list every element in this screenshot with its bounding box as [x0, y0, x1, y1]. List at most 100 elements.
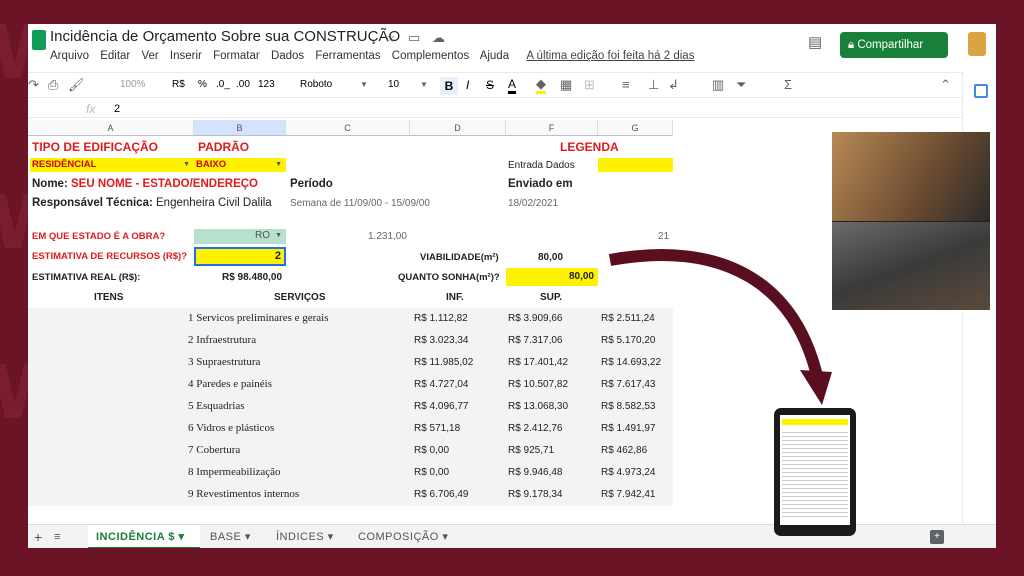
formula-input[interactable]: 2 [114, 103, 120, 115]
bold-button[interactable]: B [440, 77, 458, 95]
star-icon[interactable]: ☆ [384, 31, 396, 45]
currency-button[interactable]: R$ [172, 79, 185, 90]
account-avatar[interactable] [968, 32, 986, 56]
estado-dropdown[interactable]: RO ▼ [194, 229, 286, 244]
valign-icon[interactable]: ⊥ [648, 78, 659, 92]
recursos-label[interactable]: ESTIMATIVA DE RECURSOS (R$)? [32, 250, 187, 264]
menu-complementos[interactable]: Complementos [392, 50, 469, 62]
table-row[interactable]: 2 Infraestrutura R$ 3.023,34 R$ 7.317,06… [28, 330, 673, 352]
tab-composicao[interactable]: COMPOSIÇÃO ▾ [358, 525, 448, 548]
header-servicos[interactable]: SERVIÇOS [274, 291, 326, 305]
font-size-select[interactable]: 10 [388, 79, 399, 90]
viabilidade-value[interactable]: 80,00 [538, 251, 563, 265]
table-row[interactable]: 5 Esquadrias R$ 4.096,77 R$ 13.068,30 R$… [28, 396, 673, 418]
estado-value: RO [255, 230, 270, 241]
table-row[interactable]: 3 Supraestrutura R$ 11.985,02 R$ 17.401,… [28, 352, 673, 374]
move-folder-icon[interactable]: ▭ [408, 31, 420, 45]
menu-ajuda[interactable]: Ajuda [480, 50, 509, 62]
table-row[interactable]: 8 Impermeabilização R$ 0,00 R$ 9.946,48 … [28, 462, 673, 484]
padrao-dropdown[interactable]: BAIXO ▼ [194, 158, 286, 172]
nome-label[interactable]: Nome: SEU NOME - ESTADO/ENDEREÇO [32, 177, 258, 191]
tipo-label[interactable]: TIPO DE EDIFICAÇÃO [32, 140, 158, 154]
text-color-button[interactable]: A [508, 77, 517, 94]
header-itens[interactable]: ITENS [94, 291, 123, 305]
menu-formatar[interactable]: Formatar [213, 50, 260, 62]
print-icon[interactable]: ⎙ [48, 78, 58, 92]
column-header-a[interactable]: A [28, 120, 194, 136]
column-header-f[interactable]: F [506, 120, 598, 136]
table-row[interactable]: 9 Revestimentos internos R$ 6.706,49 R$ … [28, 484, 673, 506]
tab-indices[interactable]: ÍNDICES ▾ [276, 525, 334, 548]
menu-editar[interactable]: Editar [100, 50, 130, 62]
all-sheets-icon[interactable]: ≡ [54, 525, 61, 548]
row-inf: R$ 3.023,34 [414, 335, 469, 346]
collapse-icon[interactable]: ⌃ [940, 78, 951, 92]
redo-icon[interactable]: ↷ [28, 78, 39, 92]
comments-icon[interactable]: ▤ [808, 35, 822, 50]
sonha-label[interactable]: QUANTO SONHA(m²)? [398, 271, 500, 285]
menu-ver[interactable]: Ver [141, 50, 158, 62]
add-sheet-button[interactable]: + [34, 525, 43, 548]
last-edit-link[interactable]: A última edição foi feita há 2 dias [526, 50, 694, 62]
menu-ferramentas[interactable]: Ferramentas [315, 50, 380, 62]
tab-incidencia[interactable]: INCIDÊNCIA $ ▾ [88, 525, 200, 548]
tab-base[interactable]: BASE ▾ [210, 525, 251, 548]
sheets-logo[interactable] [32, 30, 46, 50]
menu-dados[interactable]: Dados [271, 50, 304, 62]
table-row[interactable]: 6 Vidros e plásticos R$ 571,18 R$ 2.412,… [28, 418, 673, 440]
column-header-g[interactable]: G [598, 120, 673, 136]
estimativa-real-value[interactable]: R$ 98.480,00 [222, 271, 282, 285]
column-header-b[interactable]: B [194, 120, 286, 136]
participant-video-2 [832, 222, 990, 310]
column-header-c[interactable]: C [286, 120, 410, 136]
legenda-label[interactable]: LEGENDA [560, 140, 619, 154]
merge-icon[interactable]: ⊞ [584, 78, 595, 92]
periodo-value[interactable]: Semana de 11/09/00 - 15/09/00 [290, 197, 430, 211]
table-row[interactable]: 4 Paredes e painéis R$ 4.727,04 R$ 10.50… [28, 374, 673, 396]
wrap-icon[interactable]: ↲ [668, 78, 679, 92]
estado-number[interactable]: 1.231,00 [368, 230, 407, 244]
enviado-label[interactable]: Enviado em [508, 177, 573, 191]
entrada-dados-swatch[interactable] [598, 158, 673, 172]
fill-color-icon[interactable]: ◆ [536, 77, 546, 94]
viabilidade-label[interactable]: VIABILIDADE(m²) [420, 251, 499, 265]
insert-chart-icon[interactable]: ▥ [712, 78, 724, 92]
header-sup[interactable]: SUP. [540, 291, 562, 305]
cloud-icon[interactable]: ☁ [432, 31, 445, 45]
functions-icon[interactable]: Σ [784, 78, 792, 92]
menu-inserir[interactable]: Inserir [170, 50, 202, 62]
format-select[interactable]: 123 [258, 79, 275, 90]
zoom-select[interactable]: 100% [120, 79, 146, 90]
sonha-input[interactable]: 80,00 [506, 268, 598, 286]
tab-label: COMPOSIÇÃO [358, 531, 439, 543]
decimal-less-button[interactable]: .0_ [216, 79, 230, 90]
calendar-icon[interactable] [974, 84, 988, 98]
italic-button[interactable]: I [466, 78, 469, 92]
table-row[interactable]: 7 Cobertura R$ 0,00 R$ 925,71 R$ 462,86 [28, 440, 673, 462]
percent-button[interactable]: % [198, 79, 207, 90]
share-button[interactable]: 🔒︎ Compartilhar [840, 32, 948, 58]
align-icon[interactable]: ≡ [622, 78, 630, 92]
estimativa-real-label[interactable]: ESTIMATIVA REAL (R$): [32, 271, 140, 285]
recursos-input[interactable]: 2 [194, 247, 286, 266]
share-label: Compartilhar [857, 39, 924, 51]
borders-icon[interactable]: ▦ [560, 78, 572, 92]
doc-title[interactable]: Incidência de Orçamento Sobre sua CONSTR… [50, 28, 400, 45]
padrao-label[interactable]: PADRÃO [198, 140, 249, 154]
tipo-dropdown[interactable]: RESIDÊNCIAL ▼ [30, 158, 194, 172]
responsavel-label[interactable]: Responsável Técnica: Engenheira Civil Da… [32, 196, 272, 210]
column-header-d[interactable]: D [410, 120, 506, 136]
enviado-value[interactable]: 18/02/2021 [508, 197, 558, 211]
spreadsheet-grid[interactable]: A B C D F G TIPO DE EDIFICAÇÃO PADRÃO LE… [28, 120, 673, 510]
strikethrough-button[interactable]: S [486, 78, 494, 92]
estado-label[interactable]: EM QUE ESTADO É A OBRA? [32, 230, 165, 244]
periodo-label[interactable]: Período [290, 177, 333, 191]
header-inf[interactable]: INF. [446, 291, 464, 305]
menu-arquivo[interactable]: Arquivo [50, 50, 89, 62]
paint-format-icon[interactable]: 🖌︎ [68, 78, 85, 92]
explore-icon[interactable]: + [930, 530, 944, 544]
table-row[interactable]: 1 Servicos preliminares e gerais R$ 1.11… [28, 308, 673, 330]
decimal-more-button[interactable]: .00 [236, 79, 250, 90]
entrada-dados-label[interactable]: Entrada Dados [508, 159, 575, 173]
filter-icon[interactable]: ⏷ [736, 78, 746, 92]
